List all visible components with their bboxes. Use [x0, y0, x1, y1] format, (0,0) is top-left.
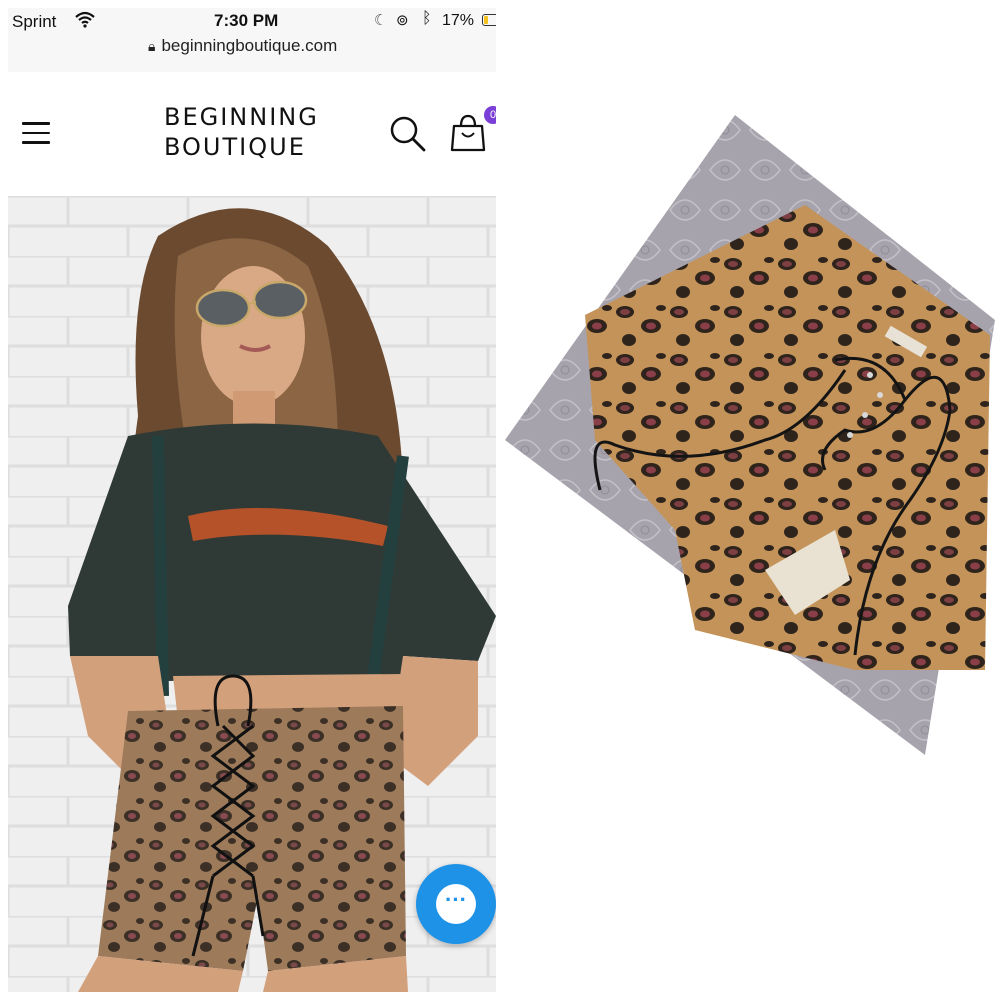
carrier-label: Sprint: [12, 12, 57, 31]
battery-icon: [482, 14, 496, 26]
shopping-bag-icon[interactable]: [448, 112, 488, 154]
phone-screenshot: Sprint 7:30 PM ☾ ⊚ ᛒ 17% 🔒︎ beginningbout…: [8, 8, 496, 992]
logo-line-1: BEGINNING: [164, 103, 319, 131]
moon-icon: ☾: [374, 12, 388, 29]
hamburger-menu-icon[interactable]: [22, 122, 50, 146]
site-header: BEGINNING BOUTIQUE 0: [8, 72, 496, 196]
padlock-icon: 🔒︎: [148, 38, 156, 54]
logo-line-2: BOUTIQUE: [164, 133, 306, 161]
product-photo[interactable]: [8, 196, 496, 992]
bluetooth-icon: ᛒ: [422, 10, 432, 27]
status-bar: Sprint 7:30 PM ☾ ⊚ ᛒ 17% 🔒︎ beginningbout…: [8, 8, 496, 73]
chat-dots-icon: ···: [436, 884, 476, 924]
shorts-flatlay-photo: [505, 115, 995, 755]
wifi-icon: [74, 10, 96, 33]
site-logo[interactable]: BEGINNING BOUTIQUE: [164, 102, 344, 162]
status-time: 7:30 PM: [214, 11, 279, 30]
search-icon[interactable]: [388, 114, 428, 154]
address-bar[interactable]: 🔒︎ beginningboutique.com: [148, 36, 337, 56]
chat-button[interactable]: ···: [416, 864, 496, 944]
battery-percent: 17%: [442, 12, 475, 29]
cart-count-badge: 0: [484, 106, 496, 124]
rotation-lock-icon: ⊚: [396, 12, 409, 29]
url-text: beginningboutique.com: [161, 36, 338, 55]
